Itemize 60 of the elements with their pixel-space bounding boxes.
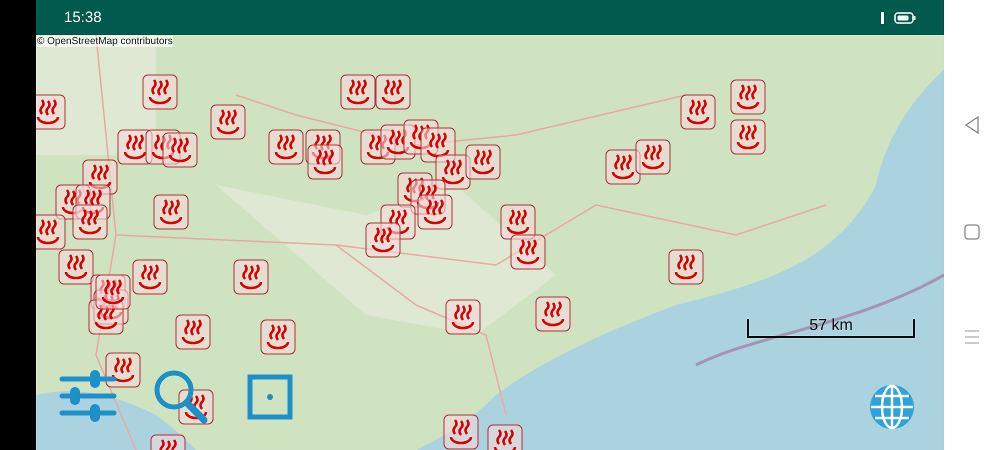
hot-spring-icon[interactable] <box>444 414 478 450</box>
hot-spring-icon[interactable] <box>88 300 124 334</box>
hot-spring-icon[interactable] <box>150 434 186 450</box>
hot-spring-icon[interactable] <box>730 120 766 154</box>
hot-spring-icon[interactable] <box>500 204 536 240</box>
signal-icon <box>880 10 886 24</box>
hot-spring-icon[interactable] <box>142 74 178 110</box>
sliders-icon[interactable] <box>58 369 118 423</box>
hot-spring-icon[interactable] <box>436 154 470 190</box>
hot-spring-icon[interactable] <box>154 194 188 230</box>
hot-spring-icon[interactable] <box>268 130 304 164</box>
hot-spring-icon[interactable] <box>176 314 210 350</box>
search-icon[interactable] <box>152 368 208 424</box>
hot-spring-icon[interactable] <box>420 128 456 162</box>
hot-spring-icon[interactable] <box>510 234 546 270</box>
hot-spring-icon[interactable] <box>636 140 670 174</box>
hot-spring-icon[interactable] <box>360 130 396 164</box>
hot-spring-icon[interactable] <box>234 260 268 294</box>
hot-spring-icon[interactable] <box>94 290 128 324</box>
hot-spring-icon[interactable] <box>340 74 376 110</box>
status-time: 15:38 <box>64 9 102 26</box>
hot-spring-icon[interactable] <box>82 160 118 194</box>
map-attribution: © OpenStreetMap contributors <box>37 36 173 47</box>
battery-icon <box>894 12 916 24</box>
hot-spring-icon[interactable] <box>398 172 432 208</box>
hot-spring-icon[interactable] <box>76 184 110 220</box>
hot-spring-icon[interactable] <box>404 120 438 154</box>
hot-spring-icon[interactable] <box>466 144 500 180</box>
location-frame-icon[interactable] <box>247 374 293 420</box>
hot-spring-icon[interactable] <box>132 260 168 294</box>
hot-spring-icon[interactable] <box>446 300 480 334</box>
back-icon[interactable] <box>964 116 980 134</box>
hot-spring-icon[interactable] <box>730 80 766 114</box>
hot-spring-icon[interactable] <box>36 94 66 130</box>
hot-spring-icon[interactable] <box>306 130 340 164</box>
hot-spring-icon[interactable] <box>410 180 446 214</box>
hot-spring-icon[interactable] <box>106 352 140 388</box>
hot-spring-icon[interactable] <box>36 214 66 250</box>
hot-spring-icon[interactable] <box>668 250 704 284</box>
hot-spring-icon[interactable] <box>680 94 716 130</box>
hot-spring-icon[interactable] <box>162 132 198 168</box>
hot-spring-icon[interactable] <box>380 204 416 240</box>
hot-spring-icon[interactable] <box>308 144 342 180</box>
hot-spring-icon[interactable] <box>606 150 640 184</box>
hot-spring-icon[interactable] <box>72 204 108 240</box>
hot-spring-icon[interactable] <box>488 424 522 450</box>
hot-spring-icon[interactable] <box>380 124 416 160</box>
hot-spring-icon[interactable] <box>210 104 246 140</box>
hot-spring-icon[interactable] <box>418 194 452 230</box>
hot-spring-icon[interactable] <box>536 296 570 332</box>
hot-spring-icon[interactable] <box>260 320 296 354</box>
hot-spring-icon[interactable] <box>366 222 400 258</box>
hot-spring-icon[interactable] <box>96 274 130 310</box>
map-scale-bar: 57 km <box>747 319 915 338</box>
hot-spring-icon[interactable] <box>146 130 180 164</box>
home-icon[interactable] <box>964 224 980 240</box>
hot-spring-icon[interactable] <box>178 390 214 424</box>
hot-spring-icon[interactable] <box>376 74 410 110</box>
hot-spring-icon[interactable] <box>58 250 94 284</box>
globe-icon[interactable] <box>868 383 916 431</box>
